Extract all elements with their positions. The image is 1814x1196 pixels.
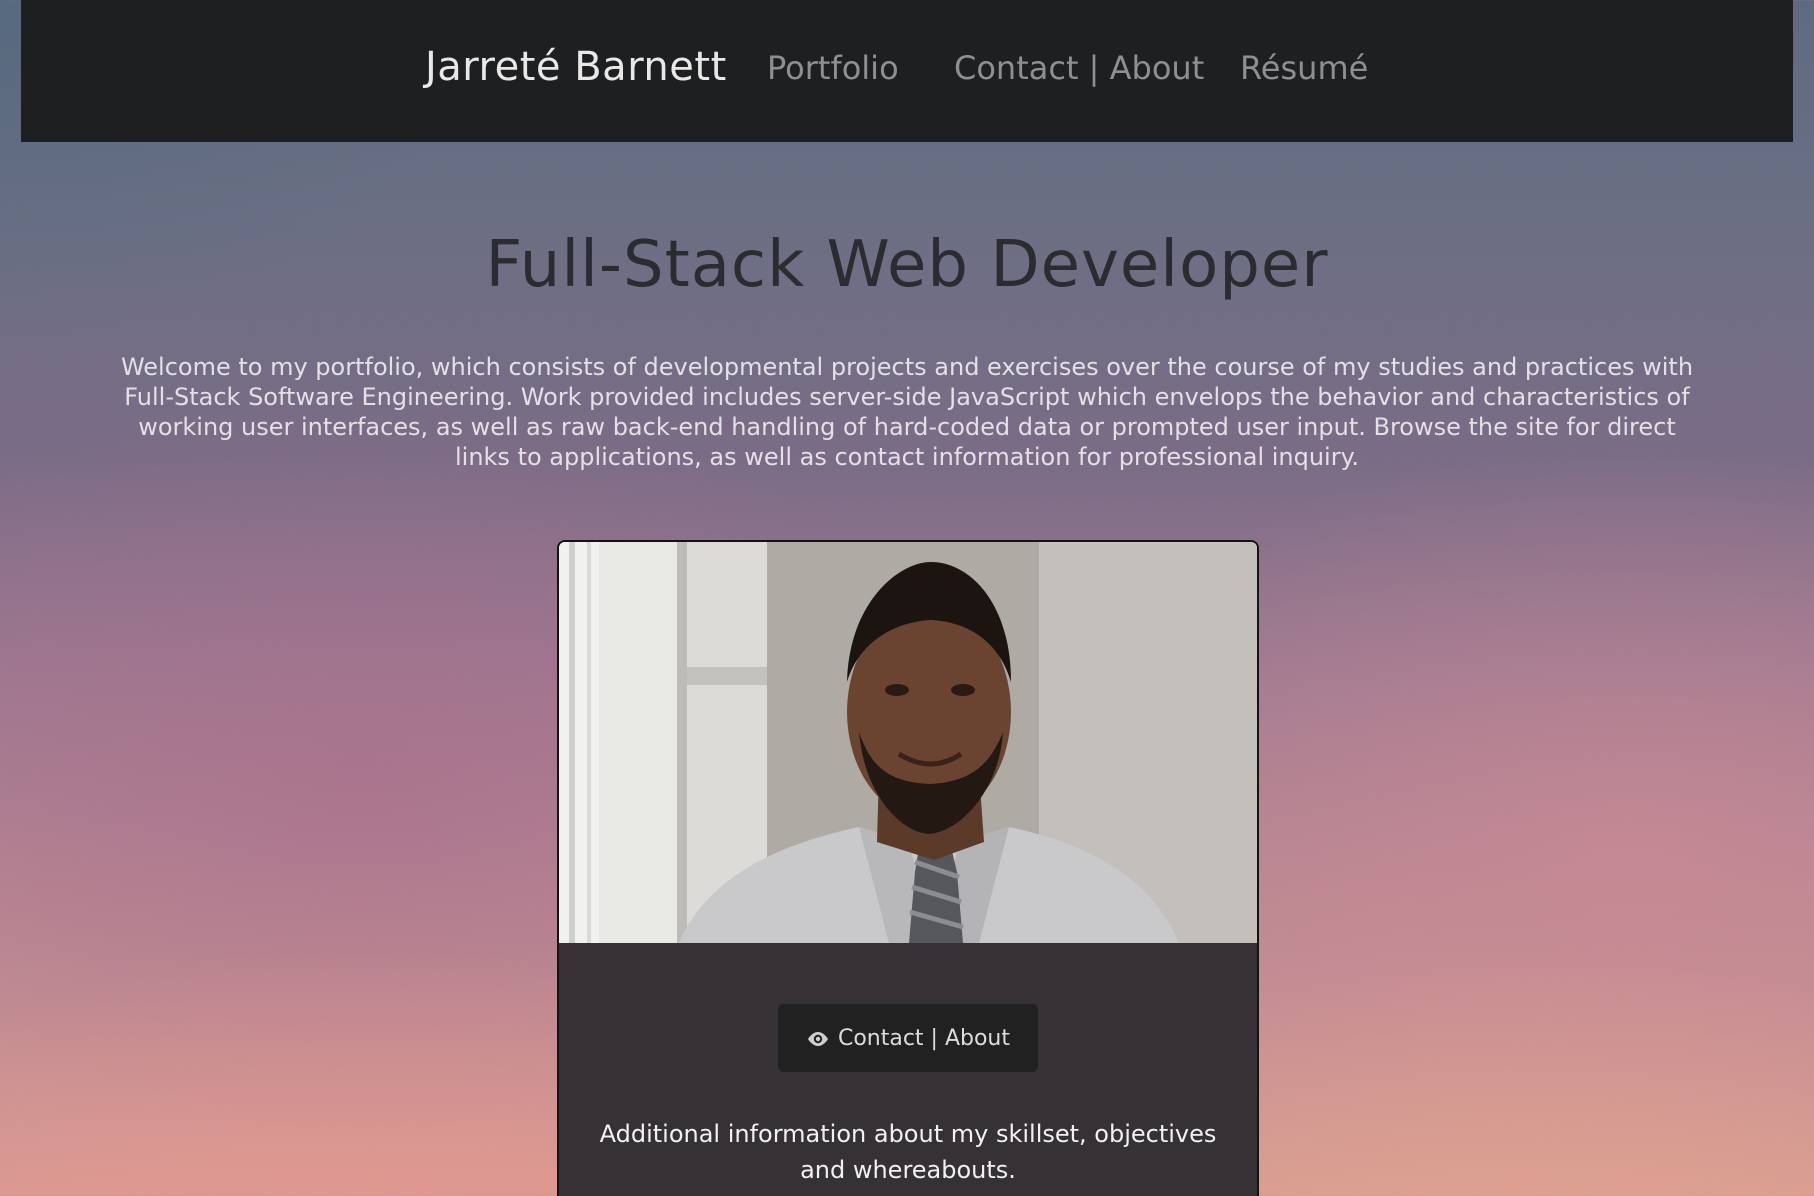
card-description: Additional information about my skillset… <box>599 1120 1217 1184</box>
nav-link-contact-about[interactable]: Contact | About <box>954 49 1204 87</box>
contact-about-button[interactable]: Contact | About <box>778 1004 1038 1072</box>
nav-link-portfolio[interactable]: Portfolio <box>767 49 899 87</box>
eye-icon <box>806 1029 830 1047</box>
brand-link[interactable]: Jarreté Barnett <box>425 44 727 90</box>
profile-card: Contact | About Additional information a… <box>557 540 1259 1196</box>
nav-link-resume[interactable]: Résumé <box>1240 49 1368 87</box>
intro-paragraph: Welcome to my portfolio, which consists … <box>120 353 1694 471</box>
contact-about-button-label: Contact | About <box>837 1025 1011 1051</box>
profile-photo <box>559 542 1257 943</box>
card-body: Contact | About Additional information a… <box>559 943 1257 1196</box>
page-title: Full-Stack Web Developer <box>485 228 1329 302</box>
top-navbar: Jarreté Barnett Portfolio Contact | Abou… <box>21 0 1793 142</box>
